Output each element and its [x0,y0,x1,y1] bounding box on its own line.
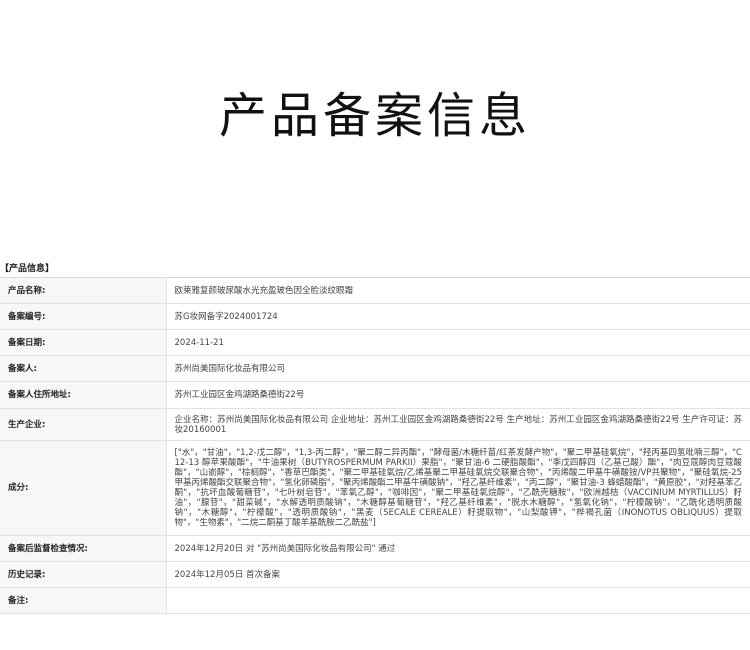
table-row: 成分: ["水"，"甘油"，"1,2-戊二醇"，"1,3-丙二醇"，"聚二醇二异… [0,440,750,536]
row-label-remarks: 备注: [0,587,167,614]
table-row: 备案日期: 2024-11-21 [0,329,750,356]
row-label-ingredients: 成分: [0,440,167,536]
row-label-registrant: 备案人: [0,355,167,382]
table-row: 备案后监督检查情况: 2024年12月20日 对 "苏州尚美国际化妆品有限公司"… [0,535,750,562]
row-label-manufacturer: 生产企业: [0,408,167,441]
row-value-record-number: 苏G妆网备字2024001724 [166,303,750,330]
product-info-table: 产品名称: 欧莱雅复颜玻尿酸水光充盈玻色因全脸淡纹眼霜 备案编号: 苏G妆网备字… [0,277,750,614]
row-value-registrant-address: 苏州工业园区金鸡湖路桑德街22号 [166,381,750,409]
row-label-record-date: 备案日期: [0,329,167,356]
row-value-record-date: 2024-11-21 [166,329,750,356]
page-title: 产品备案信息 [218,88,531,144]
row-label-post-record-inspection: 备案后监督检查情况: [0,535,167,562]
row-value-post-record-inspection: 2024年12月20日 对 "苏州尚美国际化妆品有限公司" 通过 [166,535,750,562]
row-label-record-number: 备案编号: [0,303,167,330]
section-header: 【产品信息】 [0,264,55,274]
table-row: 备案编号: 苏G妆网备字2024001724 [0,303,750,330]
row-value-product-name: 欧莱雅复颜玻尿酸水光充盈玻色因全脸淡纹眼霜 [166,277,750,304]
table-row: 产品名称: 欧莱雅复颜玻尿酸水光充盈玻色因全脸淡纹眼霜 [0,277,750,304]
row-value-manufacturer: 企业名称：苏州尚美国际化妆品有限公司 企业地址：苏州工业园区金鸡湖路桑德街22号… [174,414,743,435]
table-row: 历史记录: 2024年12月05日 首次备案 [0,561,750,588]
table-row: 生产企业: 企业名称：苏州尚美国际化妆品有限公司 企业地址：苏州工业园区金鸡湖路… [0,408,750,441]
row-label-product-name: 产品名称: [0,277,167,304]
row-label-registrant-address: 备案人住所地址: [0,381,167,409]
table-row: 备案人: 苏州尚美国际化妆品有限公司 [0,355,750,382]
row-value-ingredients: ["水"，"甘油"，"1,2-戊二醇"，"1,3-丙二醇"，"聚二醇二异丙酯"，… [174,448,743,528]
table-row: 备案人住所地址: 苏州工业园区金鸡湖路桑德街22号 [0,381,750,409]
row-label-history: 历史记录: [0,561,167,588]
row-value-history: 2024年12月05日 首次备案 [166,561,750,588]
row-value-remarks [166,587,750,614]
row-value-registrant: 苏州尚美国际化妆品有限公司 [166,355,750,382]
table-row: 备注: [0,587,750,614]
